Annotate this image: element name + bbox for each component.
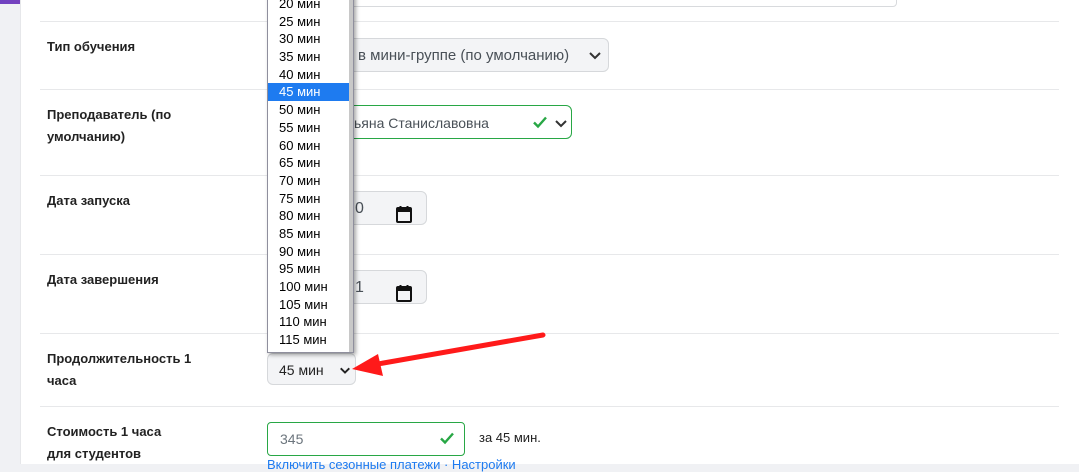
dropdown-option[interactable]: 115 мин	[268, 331, 349, 349]
learning-type-value: в мини-группе (по умолчанию)	[358, 47, 570, 64]
price-label: Стоимость 1 часа для студентов	[47, 424, 162, 461]
row-separator	[40, 175, 1059, 176]
end-date-value: 1	[355, 279, 364, 296]
previous-field[interactable]	[333, 0, 897, 7]
dropdown-option[interactable]: 50 мин	[268, 101, 349, 119]
dropdown-option[interactable]: 105 мин	[268, 296, 349, 314]
dropdown-option[interactable]: 35 мин	[268, 48, 349, 66]
dropdown-option[interactable]: 55 мин	[268, 119, 349, 137]
dropdown-option[interactable]: 95 мин	[268, 260, 349, 278]
dropdown-option[interactable]: 30 мин	[268, 30, 349, 48]
chevron-down-icon	[340, 367, 350, 374]
duration-label: Продолжительность 1 часа	[47, 351, 192, 388]
teacher-label: Преподаватель (по умолчанию)	[47, 107, 172, 144]
row-separator	[40, 254, 1059, 255]
teacher-value: ьяна Станиславовна	[354, 115, 489, 131]
chevron-down-icon	[589, 52, 601, 60]
dropdown-option[interactable]: 90 мин	[268, 243, 349, 261]
duration-dropdown-list[interactable]: 20 мин 25 мин 30 мин 35 мин 40 мин 45 мин 50 м…	[267, 0, 354, 353]
calendar-icon[interactable]	[396, 205, 412, 223]
row-separator	[40, 333, 1059, 334]
dropdown-option[interactable]: 85 мин	[268, 225, 349, 243]
dropdown-scrollbar-thumb[interactable]	[349, 0, 353, 352]
calendar-icon[interactable]	[396, 284, 412, 302]
row-separator	[40, 21, 1059, 22]
chevron-down-icon	[555, 120, 567, 128]
dropdown-option[interactable]: 60 мин	[268, 137, 349, 155]
dropdown-option[interactable]: 75 мин	[268, 190, 349, 208]
dropdown-option[interactable]: 100 мин	[268, 278, 349, 296]
dropdown-scrollbar[interactable]	[349, 0, 353, 352]
end-date-label: Дата завершения	[47, 272, 159, 287]
check-icon	[440, 432, 454, 445]
start-date-label: Дата запуска	[47, 193, 130, 208]
dropdown-option[interactable]: 25 мин	[268, 13, 349, 31]
dropdown-option[interactable]: 70 мин	[268, 172, 349, 190]
dropdown-option[interactable]: 20 мин	[268, 0, 349, 13]
dropdown-option[interactable]: 40 мин	[268, 66, 349, 84]
dropdown-option[interactable]: 65 мин	[268, 154, 349, 172]
price-value: 345	[280, 431, 304, 447]
check-icon	[533, 116, 547, 129]
dropdown-option[interactable]: 110 мин	[268, 313, 349, 331]
dropdown-option[interactable]: 45 мин	[268, 83, 349, 102]
duration-selected-value: 45 мин	[279, 362, 324, 378]
learning-type-label: Тип обучения	[47, 39, 136, 54]
row-separator	[40, 406, 1059, 407]
price-input[interactable]: 345	[267, 422, 465, 456]
dropdown-option[interactable]: 80 мин	[268, 207, 349, 225]
row-separator	[40, 89, 1059, 90]
price-suffix: за 45 мин.	[479, 430, 541, 445]
price-links[interactable]: Включить сезонные платежи · Настройки	[267, 457, 516, 472]
start-date-value: 0	[355, 200, 364, 217]
dropdown-options: 20 мин 25 мин 30 мин 35 мин 40 мин 45 мин 50 м…	[268, 0, 349, 349]
